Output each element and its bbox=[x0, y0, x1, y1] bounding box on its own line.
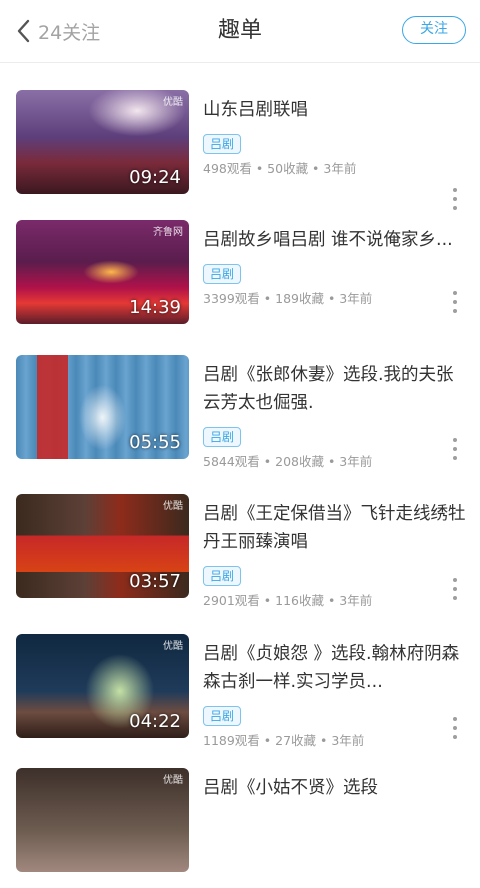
more-options-icon[interactable] bbox=[452, 578, 458, 600]
more-options-icon[interactable] bbox=[452, 717, 458, 739]
list-item[interactable]: 05:55 吕剧《张郎休妻》选段.我的夫张云芳太也倔强. 吕剧 5844观看 •… bbox=[0, 355, 480, 475]
duration-label: 03:57 bbox=[129, 571, 181, 592]
watermark: 优酷 bbox=[163, 97, 183, 108]
item-info: 山东吕剧联唱 吕剧 498观看 • 50收藏 • 3年前 bbox=[203, 96, 471, 177]
item-stats: 3399观看 • 189收藏 • 3年前 bbox=[203, 291, 373, 306]
item-stats: 2901观看 • 116收藏 • 3年前 bbox=[203, 593, 373, 608]
item-info: 吕剧《贞娘怨 》选段.翰林府阴森森古刹一样.实习学员... 吕剧 1189观看 … bbox=[203, 640, 471, 749]
category-tag[interactable]: 吕剧 bbox=[203, 264, 242, 284]
duration-label: 14:39 bbox=[129, 297, 181, 318]
video-thumbnail[interactable]: 优酷 03:57 bbox=[16, 494, 189, 598]
list-item[interactable]: 优酷 09:24 山东吕剧联唱 吕剧 498观看 • 50收藏 • 3年前 bbox=[0, 90, 480, 210]
item-info: 吕剧《小姑不贤》选段 bbox=[203, 774, 471, 802]
category-tag[interactable]: 吕剧 bbox=[203, 566, 242, 586]
category-tag[interactable]: 吕剧 bbox=[203, 706, 242, 726]
item-title[interactable]: 吕剧《贞娘怨 》选段.翰林府阴森森古刹一样.实习学员... bbox=[203, 640, 471, 696]
list-item[interactable]: 优酷 04:22 吕剧《贞娘怨 》选段.翰林府阴森森古刹一样.实习学员... 吕… bbox=[0, 634, 480, 754]
item-title[interactable]: 吕剧故乡唱吕剧 谁不说俺家乡... bbox=[203, 226, 471, 254]
item-stats: 5844观看 • 208收藏 • 3年前 bbox=[203, 454, 373, 469]
item-stats: 1189观看 • 27收藏 • 3年前 bbox=[203, 733, 365, 748]
list-item[interactable]: 优酷 03:57 吕剧《王定保借当》飞针走线绣牡丹王丽臻演唱 吕剧 2901观看… bbox=[0, 494, 480, 614]
more-options-icon[interactable] bbox=[452, 438, 458, 460]
item-title[interactable]: 吕剧《王定保借当》飞针走线绣牡丹王丽臻演唱 bbox=[203, 500, 471, 556]
category-tag[interactable]: 吕剧 bbox=[203, 134, 242, 154]
top-bar: 24关注 趣单 关注 bbox=[0, 0, 480, 63]
item-title[interactable]: 山东吕剧联唱 bbox=[203, 96, 471, 124]
list-item[interactable]: 齐鲁网 14:39 吕剧故乡唱吕剧 谁不说俺家乡... 吕剧 3399观看 • … bbox=[0, 220, 480, 340]
video-thumbnail[interactable]: 优酷 bbox=[16, 768, 189, 872]
item-info: 吕剧《张郎休妻》选段.我的夫张云芳太也倔强. 吕剧 5844观看 • 208收藏… bbox=[203, 361, 471, 470]
item-title[interactable]: 吕剧《小姑不贤》选段 bbox=[203, 774, 471, 802]
watermark: 优酷 bbox=[163, 641, 183, 652]
item-info: 吕剧《王定保借当》飞针走线绣牡丹王丽臻演唱 吕剧 2901观看 • 116收藏 … bbox=[203, 500, 471, 609]
category-tag[interactable]: 吕剧 bbox=[203, 427, 242, 447]
video-thumbnail[interactable]: 优酷 09:24 bbox=[16, 90, 189, 194]
item-title[interactable]: 吕剧《张郎休妻》选段.我的夫张云芳太也倔强. bbox=[203, 361, 471, 417]
watermark: 优酷 bbox=[163, 775, 183, 786]
follow-button[interactable]: 关注 bbox=[402, 16, 466, 44]
watermark: 齐鲁网 bbox=[153, 227, 183, 238]
video-thumbnail[interactable]: 齐鲁网 14:39 bbox=[16, 220, 189, 324]
more-options-icon[interactable] bbox=[452, 188, 458, 210]
item-info: 吕剧故乡唱吕剧 谁不说俺家乡... 吕剧 3399观看 • 189收藏 • 3年… bbox=[203, 226, 471, 307]
watermark: 优酷 bbox=[163, 501, 183, 512]
more-options-icon[interactable] bbox=[452, 291, 458, 313]
duration-label: 09:24 bbox=[129, 167, 181, 188]
duration-label: 04:22 bbox=[129, 711, 181, 732]
duration-label: 05:55 bbox=[129, 432, 181, 453]
item-stats: 498观看 • 50收藏 • 3年前 bbox=[203, 161, 357, 176]
video-thumbnail[interactable]: 05:55 bbox=[16, 355, 189, 459]
list-item[interactable]: 优酷 吕剧《小姑不贤》选段 bbox=[0, 768, 480, 888]
video-thumbnail[interactable]: 优酷 04:22 bbox=[16, 634, 189, 738]
